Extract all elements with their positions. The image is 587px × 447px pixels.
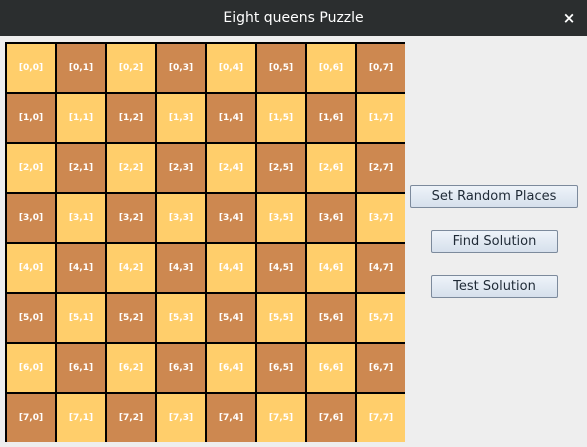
- board-cell[interactable]: [3,3]: [157, 194, 205, 242]
- board-cell[interactable]: [7,4]: [207, 394, 255, 442]
- board-cell[interactable]: [2,7]: [357, 144, 405, 192]
- board-cell[interactable]: [4,4]: [207, 244, 255, 292]
- board-cell[interactable]: [6,6]: [307, 344, 355, 392]
- board-cell[interactable]: [2,5]: [257, 144, 305, 192]
- board-cell[interactable]: [6,5]: [257, 344, 305, 392]
- board-cell[interactable]: [0,4]: [207, 44, 255, 92]
- board-cell[interactable]: [4,5]: [257, 244, 305, 292]
- board-cell[interactable]: [3,2]: [107, 194, 155, 242]
- board-cell[interactable]: [5,6]: [307, 294, 355, 342]
- board-cell[interactable]: [3,5]: [257, 194, 305, 242]
- close-button[interactable]: ×: [561, 0, 577, 36]
- board-cell[interactable]: [2,4]: [207, 144, 255, 192]
- board-cell[interactable]: [1,3]: [157, 94, 205, 142]
- board-cell[interactable]: [0,0]: [7, 44, 55, 92]
- board-cell[interactable]: [4,2]: [107, 244, 155, 292]
- chess-board: [0,0] [0,1] [0,2] [0,3] [0,4] [0,5] [0,6] [0,7]…: [5, 42, 405, 442]
- board-cell[interactable]: [3,6]: [307, 194, 355, 242]
- board-cell[interactable]: [1,1]: [57, 94, 105, 142]
- board-cell[interactable]: [7,5]: [257, 394, 305, 442]
- main-content: [0,0] [0,1] [0,2] [0,3] [0,4] [0,5] [0,6] [0,7]…: [0, 36, 587, 447]
- board-cell[interactable]: [6,0]: [7, 344, 55, 392]
- title-bar: Eight queens Puzzle ×: [0, 0, 587, 36]
- board-cell[interactable]: [5,3]: [157, 294, 205, 342]
- board-cell[interactable]: [6,7]: [357, 344, 405, 392]
- board-cell[interactable]: [0,7]: [357, 44, 405, 92]
- board-cell[interactable]: [1,7]: [357, 94, 405, 142]
- board-cell[interactable]: [4,3]: [157, 244, 205, 292]
- board-cell[interactable]: [5,5]: [257, 294, 305, 342]
- board-cell[interactable]: [7,7]: [357, 394, 405, 442]
- board-cell[interactable]: [3,0]: [7, 194, 55, 242]
- board-cell[interactable]: [6,2]: [107, 344, 155, 392]
- window-title: Eight queens Puzzle: [223, 10, 364, 26]
- board-cell[interactable]: [2,1]: [57, 144, 105, 192]
- board-cell[interactable]: [1,4]: [207, 94, 255, 142]
- board-cell[interactable]: [0,3]: [157, 44, 205, 92]
- board-cell[interactable]: [1,6]: [307, 94, 355, 142]
- board-cell[interactable]: [7,1]: [57, 394, 105, 442]
- board-cell[interactable]: [7,6]: [307, 394, 355, 442]
- board-cell[interactable]: [4,0]: [7, 244, 55, 292]
- board-cell[interactable]: [2,3]: [157, 144, 205, 192]
- board-cell[interactable]: [1,5]: [257, 94, 305, 142]
- board-cell[interactable]: [2,0]: [7, 144, 55, 192]
- board-cell[interactable]: [6,1]: [57, 344, 105, 392]
- test-solution-button[interactable]: Test Solution: [431, 275, 558, 298]
- board-cell[interactable]: [0,1]: [57, 44, 105, 92]
- board-cell[interactable]: [0,2]: [107, 44, 155, 92]
- board-cell[interactable]: [2,2]: [107, 144, 155, 192]
- board-cell[interactable]: [1,0]: [7, 94, 55, 142]
- board-cell[interactable]: [7,3]: [157, 394, 205, 442]
- find-solution-button[interactable]: Find Solution: [431, 230, 558, 253]
- board-cell[interactable]: [6,4]: [207, 344, 255, 392]
- board-cell[interactable]: [7,0]: [7, 394, 55, 442]
- board-cell[interactable]: [0,6]: [307, 44, 355, 92]
- board-cell[interactable]: [5,7]: [357, 294, 405, 342]
- board-cell[interactable]: [0,5]: [257, 44, 305, 92]
- board-cell[interactable]: [1,2]: [107, 94, 155, 142]
- board-cell[interactable]: [3,1]: [57, 194, 105, 242]
- board-cell[interactable]: [4,7]: [357, 244, 405, 292]
- board-cell[interactable]: [2,6]: [307, 144, 355, 192]
- board-cell[interactable]: [6,3]: [157, 344, 205, 392]
- board-cell[interactable]: [5,2]: [107, 294, 155, 342]
- board-cell[interactable]: [4,1]: [57, 244, 105, 292]
- board-cell[interactable]: [5,0]: [7, 294, 55, 342]
- set-random-places-button[interactable]: Set Random Places: [410, 185, 578, 208]
- board-cell[interactable]: [4,6]: [307, 244, 355, 292]
- board-cell[interactable]: [5,1]: [57, 294, 105, 342]
- board-cell[interactable]: [3,7]: [357, 194, 405, 242]
- board-cell[interactable]: [5,4]: [207, 294, 255, 342]
- app-window: Eight queens Puzzle × [0,0] [0,1] [0,2] [0,…: [0, 0, 587, 447]
- board-cell[interactable]: [3,4]: [207, 194, 255, 242]
- board-cell[interactable]: [7,2]: [107, 394, 155, 442]
